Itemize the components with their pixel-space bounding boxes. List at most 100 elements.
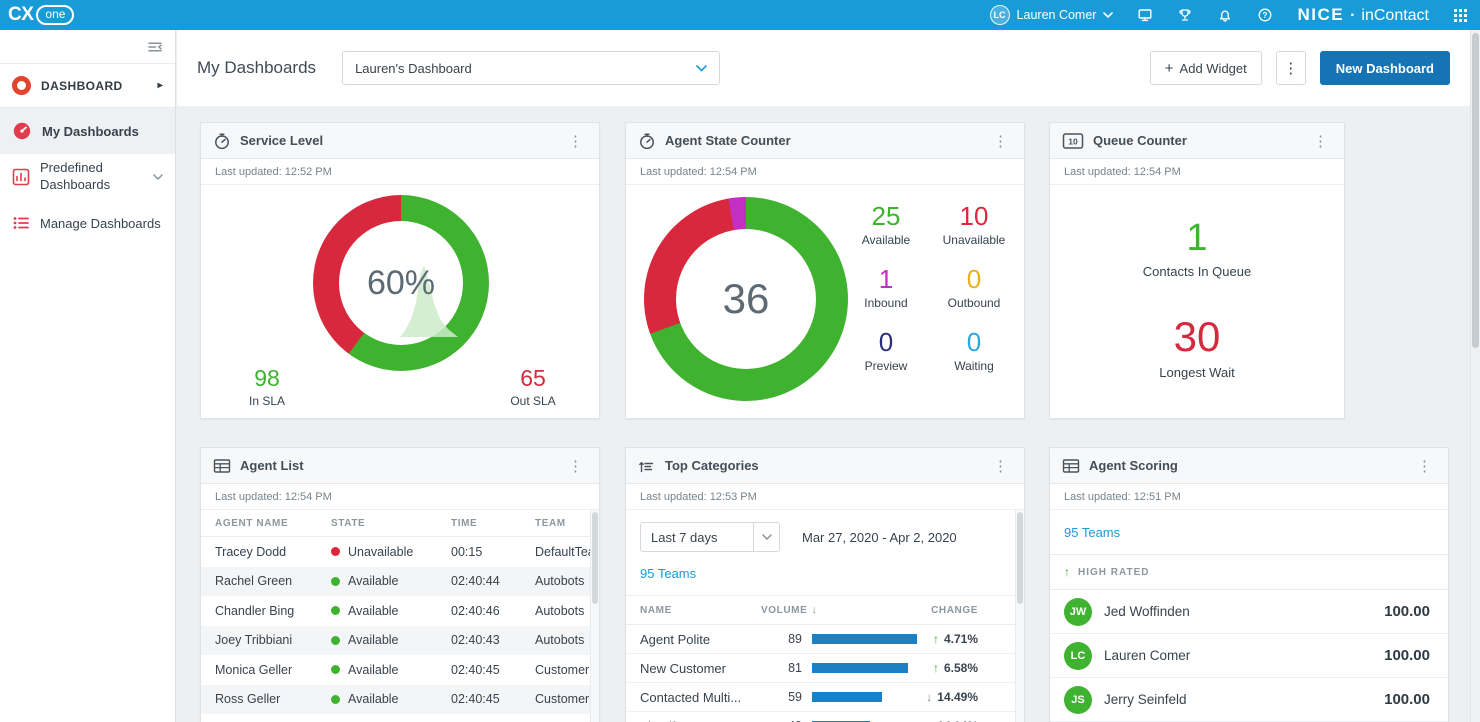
trophy-icon[interactable] xyxy=(1177,7,1193,23)
agent-name: Rachel Green xyxy=(215,574,331,588)
new-dashboard-label: New Dashboard xyxy=(1336,61,1434,76)
toolbar-kebab-button[interactable]: ⋮ xyxy=(1276,51,1306,85)
trend-arrow-icon: ↑ xyxy=(933,661,939,675)
stat-available: 25Available xyxy=(842,201,930,247)
volume-bar xyxy=(812,663,908,673)
table-row[interactable]: Rachel Green Available 02:40:44 Autobots xyxy=(201,567,599,597)
sidebar: DASHBOARD ▸ My Dashboards Predefined Das… xyxy=(0,30,176,722)
bell-icon[interactable] xyxy=(1217,7,1233,23)
user-menu[interactable]: LC Lauren Comer xyxy=(990,5,1114,25)
table-row[interactable]: Monica Geller Available 02:40:45 Custome… xyxy=(201,655,599,685)
contacts-in-queue-value: 1 xyxy=(1050,217,1344,260)
teams-link[interactable]: 95 Teams xyxy=(640,566,696,581)
agent-name: Ross Geller xyxy=(215,692,331,706)
last-updated: Last updated: 12:52 PM xyxy=(201,159,599,185)
agent-time: 02:40:43 xyxy=(451,633,535,647)
widget-scrollbar[interactable] xyxy=(1015,510,1024,722)
widget-scrollbar[interactable] xyxy=(590,510,599,722)
widget-kebab-icon[interactable]: ⋮ xyxy=(989,132,1012,150)
service-level-donut-chart: 60% xyxy=(313,195,489,371)
trend-arrow-icon: ↑ xyxy=(933,632,939,646)
table-row[interactable]: Contacted Multi... 59 ↓14.49% xyxy=(626,683,1024,712)
last-updated: Last updated: 12:54 PM xyxy=(1050,159,1344,185)
avatar: JW xyxy=(1064,598,1092,626)
widget-kebab-icon[interactable]: ⋮ xyxy=(564,457,587,475)
time-range-select[interactable]: Last 7 days xyxy=(640,522,780,552)
sidebar-item-my-dashboards[interactable]: My Dashboards xyxy=(0,108,175,154)
stat-outbound: 0Outbound xyxy=(930,264,1018,310)
widget-title: Agent Scoring xyxy=(1089,458,1178,473)
state-dot-icon xyxy=(331,577,340,586)
manage-dashboards-icon xyxy=(12,214,30,232)
table-row[interactable]: Chandler Bing Available 02:40:46 Autobot… xyxy=(201,596,599,626)
table-row[interactable]: Ross Geller Available 02:40:45 Customer … xyxy=(201,685,599,715)
new-dashboard-button[interactable]: New Dashboard xyxy=(1320,51,1450,85)
column-agent-name[interactable]: AGENT NAME xyxy=(215,518,331,529)
category-change: ↓14.49% xyxy=(926,690,1024,704)
list-item[interactable]: JW Jed Woffinden 100.00 xyxy=(1050,590,1448,634)
widget-kebab-icon[interactable]: ⋮ xyxy=(1309,132,1332,150)
agent-state: Available xyxy=(331,574,451,588)
state-dot-icon xyxy=(331,665,340,674)
sidebar-item-manage-dashboards[interactable]: Manage Dashboards xyxy=(0,200,175,246)
table-row[interactable]: Joey Tribbiani Available 02:40:43 Autobo… xyxy=(201,626,599,656)
sidebar-item-label: My Dashboards xyxy=(42,124,139,139)
volume-bar xyxy=(812,634,917,644)
page-scrollbar[interactable] xyxy=(1470,30,1480,722)
help-icon[interactable]: ? xyxy=(1257,7,1273,23)
category-change: ↑6.58% xyxy=(933,661,1024,675)
chevron-down-icon xyxy=(696,65,707,72)
volume-bar xyxy=(812,692,882,702)
table-row[interactable]: Tracey Dodd Unavailable 00:15 DefaultTea… xyxy=(201,537,599,567)
dashboard-select[interactable]: Lauren's Dashboard xyxy=(342,51,720,85)
avatar: JS xyxy=(1064,686,1092,714)
cxone-logo[interactable]: CX one xyxy=(8,4,74,26)
widget-kebab-icon[interactable]: ⋮ xyxy=(564,132,587,150)
table-row[interactable]: New Customer 81 ↑6.58% xyxy=(626,654,1024,683)
widget-kebab-icon[interactable]: ⋮ xyxy=(989,457,1012,475)
plus-icon: + xyxy=(1165,61,1174,76)
state-dot-icon xyxy=(331,695,340,704)
add-widget-button[interactable]: + Add Widget xyxy=(1150,51,1262,85)
widget-title: Agent State Counter xyxy=(665,133,791,148)
column-volume[interactable]: VOLUME↓ xyxy=(761,604,818,616)
agent-name: Jed Woffinden xyxy=(1104,604,1190,619)
widget-kebab-icon[interactable]: ⋮ xyxy=(1413,457,1436,475)
column-state[interactable]: STATE xyxy=(331,518,451,529)
agent-time: 02:40:46 xyxy=(451,604,535,618)
teams-link[interactable]: 95 Teams xyxy=(1064,525,1120,540)
column-name[interactable]: NAME xyxy=(640,605,761,616)
table-row[interactable]: Agent Polite 89 ↑4.71% xyxy=(626,625,1024,654)
agent-scoring-widget: Agent Scoring ⋮ Last updated: 12:51 PM 9… xyxy=(1049,447,1449,722)
stat-preview: 0Preview xyxy=(842,327,930,373)
collapse-sidebar-icon[interactable] xyxy=(147,39,163,55)
agent-name: Jerry Seinfeld xyxy=(1104,692,1187,707)
table-row[interactable]: Identify Agent a... 49 ↓14.04% xyxy=(626,712,1024,722)
agent-name: Chandler Bing xyxy=(215,604,331,618)
table-icon xyxy=(1062,458,1080,474)
list-item[interactable]: LC Lauren Comer 100.00 xyxy=(1050,634,1448,678)
agent-state: Available xyxy=(331,663,451,677)
monitor-icon[interactable] xyxy=(1137,7,1153,23)
apps-grid-icon[interactable] xyxy=(1453,8,1468,23)
state-dot-icon xyxy=(331,547,340,556)
list-item[interactable]: JS Jerry Seinfeld 100.00 xyxy=(1050,678,1448,722)
agent-time: 02:40:44 xyxy=(451,574,535,588)
category-volume: 81 xyxy=(774,661,802,675)
column-change[interactable]: CHANGE xyxy=(931,605,1024,616)
column-time[interactable]: TIME xyxy=(451,518,535,529)
scrollbar-thumb[interactable] xyxy=(1472,33,1479,348)
widget-title: Top Categories xyxy=(665,458,759,473)
out-sla-value: 65 xyxy=(493,365,573,392)
gauge-icon xyxy=(638,132,656,150)
predefined-dashboards-icon xyxy=(12,168,30,186)
agent-state: Unavailable xyxy=(331,545,451,559)
stat-waiting: 0Waiting xyxy=(930,327,1018,373)
dashboard-select-value: Lauren's Dashboard xyxy=(355,61,472,76)
chevron-down-icon xyxy=(753,523,779,551)
sidebar-item-dashboard[interactable]: DASHBOARD ▸ xyxy=(0,64,175,108)
sidebar-item-label: DASHBOARD xyxy=(41,79,123,93)
sidebar-item-predefined-dashboards[interactable]: Predefined Dashboards xyxy=(0,154,175,200)
brand-incontact: inContact xyxy=(1361,7,1429,25)
table-header: NAME VOLUME↓ CHANGE xyxy=(626,596,1024,625)
